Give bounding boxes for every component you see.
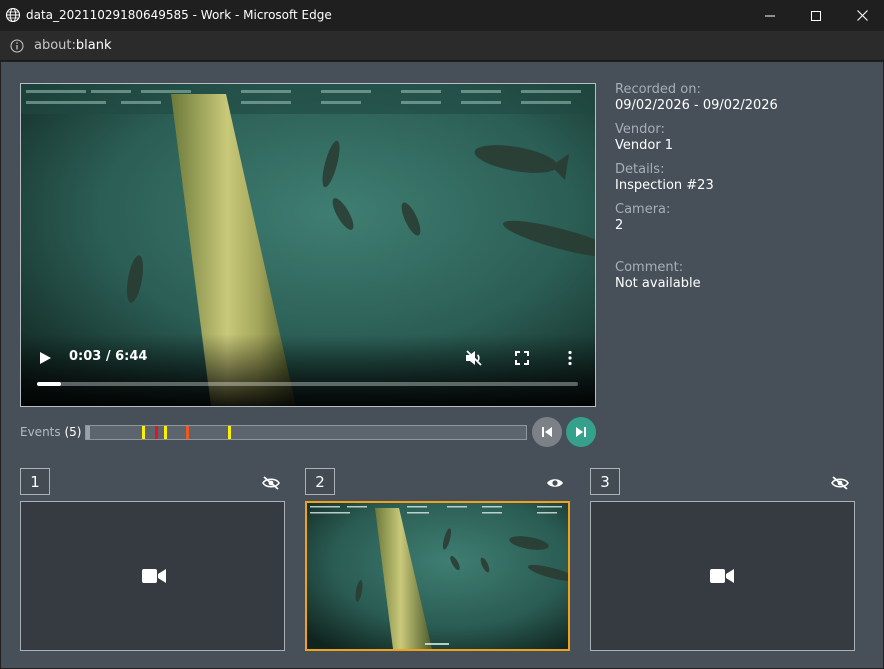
video-controls-overlay <box>21 334 595 406</box>
vendor-value: Vendor 1 <box>615 138 674 153</box>
eye-off-icon[interactable] <box>831 476 849 490</box>
recorded-on-value: 09/02/2026 - 09/02/2026 <box>615 98 778 113</box>
title-bar[interactable]: data_20211029180649585 - Work - Microsof… <box>0 0 884 31</box>
event-marker[interactable] <box>141 426 145 439</box>
recording-metadata: Recorded on: 09/02/2026 - 09/02/2026 Ven… <box>615 82 865 300</box>
events-label: Events (5) <box>20 425 81 439</box>
muted-speaker-icon[interactable] <box>465 350 483 366</box>
comment-value: Not available <box>615 276 701 291</box>
camera-label: Camera: <box>615 202 671 217</box>
details-value: Inspection #23 <box>615 178 714 193</box>
skip-next-icon <box>576 427 586 437</box>
video-camera-icon <box>142 569 166 583</box>
camera-1-view[interactable] <box>20 501 285 651</box>
next-event-button[interactable] <box>566 417 596 447</box>
minimize-icon <box>765 15 775 16</box>
eye-off-icon[interactable] <box>262 476 280 490</box>
camera-2-number[interactable]: 2 <box>305 468 335 495</box>
timeline-played <box>86 426 91 439</box>
url-path: blank <box>75 38 112 53</box>
camera-3-view[interactable] <box>590 501 855 651</box>
more-options-icon[interactable] <box>567 350 573 366</box>
previous-event-button[interactable] <box>532 417 562 447</box>
camera-1-number[interactable]: 1 <box>20 468 50 495</box>
close-icon <box>856 10 868 21</box>
skip-previous-icon <box>542 427 552 437</box>
video-camera-icon <box>710 569 734 583</box>
event-marker[interactable] <box>227 426 231 439</box>
video-player[interactable]: 0:03 / 6:44 <box>20 83 596 407</box>
maximize-button[interactable] <box>793 0 839 31</box>
events-count: (5) <box>64 425 82 439</box>
inspection-panel: 0:03 / 6:44 Recorded on: 09/02/2026 - 09… <box>1 62 883 668</box>
vendor-label: Vendor: <box>615 122 665 137</box>
address-url[interactable]: about:blank <box>34 38 112 53</box>
fullscreen-icon[interactable] <box>515 351 529 365</box>
camera-value: 2 <box>615 218 624 233</box>
browser-window: data_20211029180649585 - Work - Microsof… <box>0 0 884 669</box>
video-progress-fill <box>37 382 62 386</box>
minimize-button[interactable] <box>747 0 793 31</box>
events-title: Events <box>20 425 61 439</box>
recorded-on-label: Recorded on: <box>615 82 701 97</box>
details-label: Details: <box>615 162 665 177</box>
window-title: data_20211029180649585 - Work - Microsof… <box>26 8 332 22</box>
event-marker[interactable] <box>163 426 167 439</box>
info-icon[interactable] <box>10 39 24 53</box>
close-button[interactable] <box>839 0 884 31</box>
maximize-icon <box>811 10 821 21</box>
event-marker[interactable] <box>185 426 189 439</box>
url-scheme: about: <box>34 38 76 53</box>
camera-2-thumbnail <box>307 503 568 649</box>
camera-2-view[interactable] <box>305 501 570 651</box>
video-progress-bar[interactable] <box>37 382 578 386</box>
play-icon[interactable] <box>38 351 52 365</box>
comment-label: Comment: <box>615 260 684 275</box>
eye-icon[interactable] <box>546 476 564 490</box>
camera-3-number[interactable]: 3 <box>590 468 620 495</box>
address-bar[interactable]: about:blank <box>0 31 884 61</box>
event-marker[interactable] <box>155 426 159 439</box>
event-timeline[interactable] <box>85 425 527 440</box>
video-time: 0:03 / 6:44 <box>69 349 148 364</box>
globe-icon <box>5 7 21 23</box>
